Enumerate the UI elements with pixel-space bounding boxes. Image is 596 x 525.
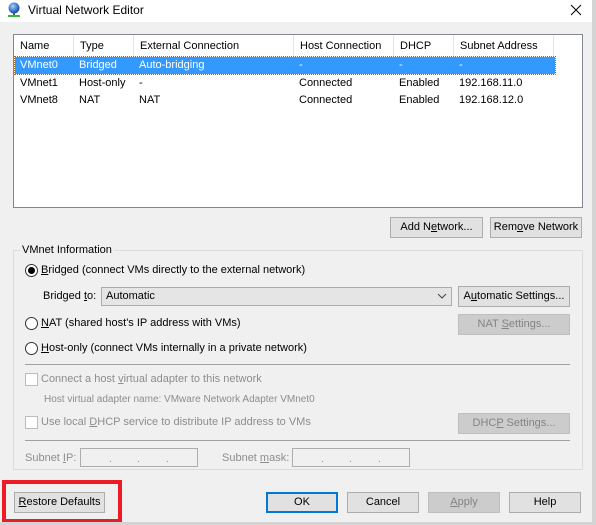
remove-network-button[interactable]: Remove Network [490,217,582,238]
cell-external-connection: NAT [139,94,161,106]
cell-subnet-address: 192.168.12.0 [459,94,524,106]
cancel-button[interactable]: Cancel [347,492,419,513]
close-icon [570,4,582,19]
cell-host-connection: Connected [299,77,353,89]
cell-dhcp: Enabled [399,77,440,89]
network-globe-icon [6,2,22,18]
table-row[interactable]: VMnet1 Host-only - Connected Enabled 192… [15,75,555,92]
column-header-type[interactable]: Type [74,35,134,57]
automatic-settings-button[interactable]: Automatic Settings... [458,286,570,307]
apply-button[interactable]: Apply [428,492,500,513]
network-list[interactable]: Name Type External Connection Host Conne… [13,34,583,208]
bridged-to-value: Automatic [106,290,155,302]
close-button[interactable] [560,0,592,22]
group-label: VMnet Information [20,244,114,256]
column-header-dhcp[interactable]: DHCP [394,35,454,57]
column-header-name[interactable]: Name [14,35,74,57]
connect-adapter-checkbox[interactable] [25,373,38,386]
bridged-to-select[interactable]: Automatic [101,287,452,306]
bridged-to-label: Bridged to: [43,290,97,302]
table-row[interactable]: VMnet8 NAT NAT Connected Enabled 192.168… [15,92,555,109]
cell-host-connection: Connected [299,94,353,106]
chevron-down-icon [437,291,447,304]
window-title: Virtual Network Editor [28,3,144,17]
cell-subnet-address: 192.168.11.0 [459,77,523,89]
nat-settings-button[interactable]: NAT Settings... [458,314,570,335]
ip-octet-separator: . [166,454,169,465]
ip-octet-separator: . [321,454,324,465]
cell-name: VMnet8 [20,94,58,106]
cell-name: VMnet0 [20,59,58,71]
ip-octet-separator: . [378,454,381,465]
cell-type: NAT [79,94,101,106]
column-header-external-connection[interactable]: External Connection [134,35,294,57]
ip-octet-separator: . [109,454,112,465]
connect-adapter-label: Connect a host virtual adapter to this n… [41,373,262,385]
cell-subnet-address: - [459,59,463,71]
column-header-host-connection[interactable]: Host Connection [294,35,394,57]
cell-type: Bridged [79,59,117,71]
dhcp-label: Use local DHCP service to distribute IP … [41,416,311,428]
subnet-mask-input[interactable]: . . . [292,448,410,467]
add-network-button[interactable]: Add Network... [390,217,483,238]
nat-radio[interactable] [25,317,38,330]
cell-dhcp: - [399,59,403,71]
bridged-radio-label[interactable]: Bridged (connect VMs directly to the ext… [41,264,305,276]
host-only-radio[interactable] [25,342,38,355]
separator [25,364,570,365]
host-only-radio-label[interactable]: Host-only (connect VMs internally in a p… [41,342,307,354]
bridged-radio[interactable] [25,264,38,277]
separator [25,440,570,441]
cell-dhcp: Enabled [399,94,440,106]
restore-defaults-button[interactable]: Restore Defaults [14,492,105,513]
subnet-ip-label: Subnet IP: [25,452,77,464]
ip-octet-separator: . [349,454,352,465]
vmnet-information-group [13,250,583,470]
cell-external-connection: Auto-bridging [139,59,205,71]
cell-external-connection: - [139,77,143,89]
virtual-network-editor-window: Virtual Network Editor Name Type Externa… [0,0,592,525]
table-header: Name Type External Connection Host Conne… [14,35,582,57]
column-header-subnet-address[interactable]: Subnet Address [454,35,554,57]
cell-type: Host-only [79,77,126,89]
subnet-mask-label: Subnet mask: [222,452,290,464]
cell-name: VMnet1 [20,77,58,89]
title-bar: Virtual Network Editor [0,0,592,22]
adapter-name-label: Host virtual adapter name: VMware Networ… [44,394,315,405]
ip-octet-separator: . [137,454,140,465]
help-button[interactable]: Help [509,492,581,513]
dhcp-settings-button[interactable]: DHCP Settings... [458,413,570,434]
table-row[interactable]: VMnet0 Bridged Auto-bridging - - - [14,56,556,75]
subnet-ip-input[interactable]: . . . [80,448,198,467]
window-edge [592,0,596,525]
ok-button[interactable]: OK [266,492,338,513]
dhcp-checkbox[interactable] [25,416,38,429]
cell-host-connection: - [299,59,303,71]
nat-radio-label[interactable]: NAT (shared host's IP address with VMs) [41,317,241,329]
